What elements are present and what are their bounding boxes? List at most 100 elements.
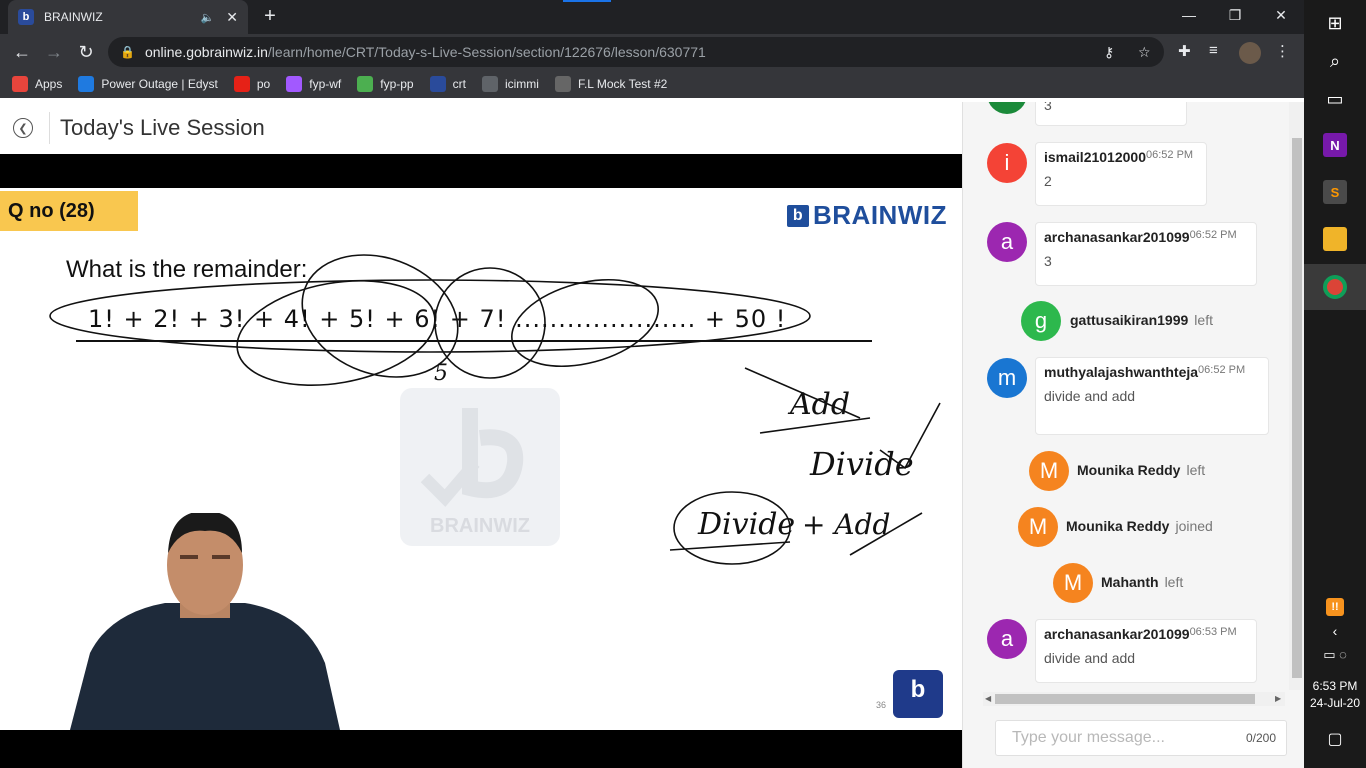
chat-event: Mahanth left <box>1101 574 1183 592</box>
vertical-scroll-thumb[interactable] <box>1292 138 1302 678</box>
bookmark-label: Apps <box>35 77 63 91</box>
browser-toolbar: ← → ↻ 🔒 online.gobrainwiz.in/learn/home/… <box>0 34 1304 70</box>
user-avatar: g <box>1021 301 1061 341</box>
page: ❮ Today's Live Session Q no (28) b BRAIN… <box>0 102 1305 768</box>
new-tab-button[interactable]: + <box>258 4 282 28</box>
bookmark-item[interactable]: po <box>233 76 270 92</box>
horizontal-scroll-thumb[interactable] <box>995 694 1255 704</box>
user-avatar: m <box>987 358 1027 398</box>
character-counter: 0/200 <box>1245 731 1276 745</box>
accent-strip <box>563 0 611 2</box>
user-avatar: i <box>987 143 1027 183</box>
chat-message: archanasankar20109906:53 PM divide and ad… <box>1035 619 1257 683</box>
brand-name: BRAINWIZ <box>813 200 947 230</box>
speaker-mute-icon[interactable]: 🔈 <box>201 11 215 24</box>
bookmark-label: fyp-pp <box>380 77 414 91</box>
chat-horizontal-scrollbar[interactable]: ◀ ▶ <box>983 692 1285 706</box>
battery-wifi-icon[interactable]: ▭ ◌ <box>1304 632 1366 678</box>
presenter-video <box>70 513 340 730</box>
ink-note-add: Add <box>787 387 850 422</box>
key-icon[interactable]: ⚷ <box>1104 44 1114 61</box>
bookmark-item[interactable]: crt <box>429 76 466 92</box>
sublime-app-icon[interactable]: S <box>1304 169 1366 215</box>
reload-icon[interactable]: ↻ <box>74 40 98 64</box>
event-username: gattusaikiran1999 <box>1070 312 1189 328</box>
message-username: muthyalajashwanthteja <box>1044 364 1199 380</box>
event-action: left <box>1194 312 1213 328</box>
back-circle-icon[interactable]: ❮ <box>13 118 33 138</box>
chat-vertical-scrollbar[interactable] <box>1289 102 1305 690</box>
browser-window: b BRAINWIZ 🔈 ✕ + — ❐ ✕ ← → ↻ 🔒 online.go… <box>0 0 1305 768</box>
scroll-right-arrow-icon[interactable]: ▶ <box>1275 694 1281 703</box>
question-number: Q no (28) <box>0 191 138 231</box>
user-avatar: M <box>1053 563 1093 603</box>
user-avatar: a <box>987 619 1027 659</box>
chrome-app-icon[interactable] <box>1304 264 1366 310</box>
media-queue-icon[interactable]: ≡ <box>1209 42 1218 59</box>
title-bar: b BRAINWIZ 🔈 ✕ + — ❐ ✕ <box>0 0 1304 34</box>
message-time: 06:52 PM <box>1145 149 1194 161</box>
ink-note-divide-circled: Divide <box>697 507 795 542</box>
extensions-puzzle-icon[interactable]: ✚ <box>1178 42 1191 60</box>
bookmarks-bar: Apps Power Outage | Edyst po fyp-wf fyp-pp cr… <box>0 70 1304 98</box>
video-player[interactable]: Q no (28) b BRAINWIZ What is the remaind… <box>0 154 962 768</box>
browser-tab[interactable]: b BRAINWIZ 🔈 ✕ <box>8 0 248 34</box>
address-bar[interactable]: 🔒 online.gobrainwiz.in/learn/home/CRT/To… <box>108 37 1164 67</box>
chat-message: ismail2101200006:52 PM 2 <box>1035 142 1207 206</box>
profile-avatar[interactable] <box>1239 42 1261 64</box>
bookmark-item[interactable]: Apps <box>12 76 62 92</box>
cc-icon <box>554 76 571 92</box>
scroll-left-arrow-icon[interactable]: ◀ <box>985 694 991 703</box>
pd-icon <box>357 76 374 92</box>
system-clock[interactable]: 6:53 PM 24-Jul-20 <box>1304 678 1366 712</box>
message-text: 3 <box>1044 253 1052 269</box>
minimize-button[interactable]: — <box>1166 0 1212 30</box>
bookmark-label: icimmi <box>504 77 539 91</box>
message-time: 06:52 PM <box>1198 364 1246 376</box>
user-avatar: M <box>1018 507 1058 547</box>
action-center-icon[interactable]: ▢ <box>1304 716 1366 762</box>
e-icon <box>78 76 95 92</box>
youtube-icon <box>233 76 250 92</box>
factorial-expression: 1! + 2! + 3! + 4! + 5! + 6! + 7! .......… <box>88 305 787 333</box>
question-text: What is the remainder: <box>66 256 308 283</box>
chrome-menu-icon[interactable]: ⋮ <box>1275 42 1290 60</box>
maximize-button[interactable]: ❐ <box>1212 0 1258 30</box>
message-username: archanasankar201099 <box>1044 229 1190 245</box>
star-icon[interactable]: ☆ <box>1138 44 1151 61</box>
file-explorer-icon[interactable] <box>1304 216 1366 262</box>
chat-input-box[interactable]: 0/200 <box>995 720 1287 756</box>
figma-icon <box>286 76 303 92</box>
bookmark-item[interactable]: icimmi <box>481 76 539 92</box>
clock-date: 24-Jul-20 <box>1309 696 1361 710</box>
bookmark-item[interactable]: fyp-wf <box>286 76 341 92</box>
message-time: 06:52 PM <box>1189 229 1237 241</box>
ink-note-divide: Divide <box>809 445 914 483</box>
page-header: ❮ Today's Live Session <box>0 102 962 154</box>
lock-icon[interactable]: 🔒 <box>120 45 135 59</box>
lecture-slide: Q no (28) b BRAINWIZ What is the remaind… <box>0 188 962 730</box>
close-window-button[interactable]: ✕ <box>1258 0 1304 30</box>
url-path: /learn/home/CRT/Today-s-Live-Session/sec… <box>267 44 706 60</box>
bookmark-item[interactable]: F.L Mock Test #2 <box>554 76 667 92</box>
task-view-icon[interactable]: ▭ <box>1304 76 1366 122</box>
message-text: divide and add <box>1044 650 1136 666</box>
chat-message: archanasankar20109906:52 PM 3 <box>1035 222 1257 286</box>
ink-note-plus-add: + Add <box>802 508 890 541</box>
onenote-app-icon[interactable]: N <box>1304 122 1366 168</box>
watermark-text: BRAINWIZ <box>430 515 530 537</box>
event-action: left <box>1164 574 1184 590</box>
chat-message-input[interactable] <box>996 721 1232 755</box>
watermark-logo: BRAINWIZ <box>400 388 560 546</box>
forward-arrow-icon[interactable]: → <box>42 40 66 64</box>
bookmark-item[interactable]: Power Outage | Edyst <box>78 76 218 92</box>
bookmark-item[interactable]: fyp-pp <box>357 76 414 92</box>
event-username: Mounika Reddy <box>1077 462 1181 478</box>
clock-time: 6:53 PM <box>1312 679 1358 693</box>
back-arrow-icon[interactable]: ← <box>10 40 34 64</box>
tab-close-icon[interactable]: ✕ <box>226 9 238 26</box>
watermark-b-icon <box>420 408 524 507</box>
user-avatar <box>987 102 1027 114</box>
chat-messages[interactable]: 3 i ismail2101200006:52 PM 2 a archanasankar2… <box>963 102 1289 690</box>
bookmark-label: fyp-wf <box>309 77 342 91</box>
